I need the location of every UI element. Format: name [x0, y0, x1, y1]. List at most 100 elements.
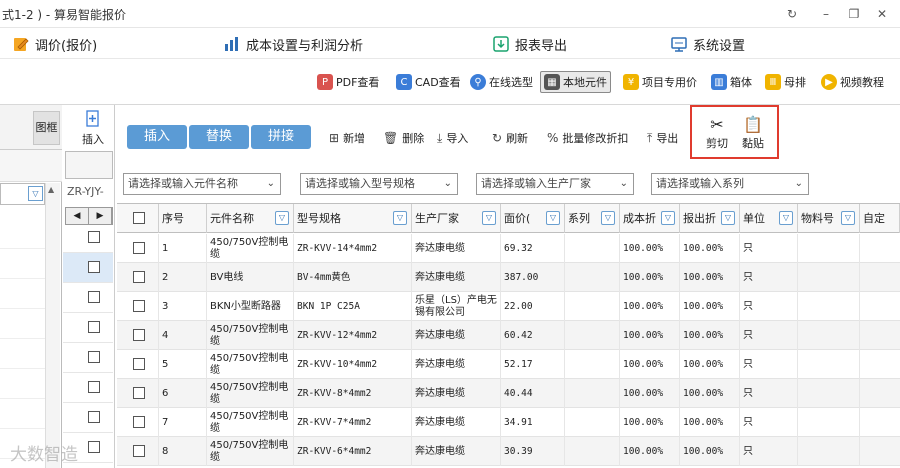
cut-button[interactable]: ✂ 剪切 [704, 115, 730, 151]
row-checkbox[interactable] [133, 416, 145, 428]
online-selection-button[interactable]: ⚲ 在线选型 [467, 71, 536, 93]
table-row[interactable]: 6 450/750V控制电缆 ZR-KVV-8*4mm2 奔达康电缆 40.44… [117, 379, 900, 408]
select-all-checkbox[interactable] [133, 212, 145, 224]
table-row[interactable]: 8 450/750V控制电缆 ZR-KVV-6*4mm2 奔达康电缆 30.39… [117, 437, 900, 466]
mid-row[interactable] [63, 313, 113, 343]
row-checkbox[interactable] [88, 441, 100, 453]
series-filter[interactable]: 请选择或输入系列 ⌄ [651, 173, 809, 195]
filter-icon[interactable]: ▽ [601, 211, 615, 225]
row-checkbox[interactable] [133, 387, 145, 399]
drawing-frame-tab[interactable]: 图框 [33, 111, 60, 145]
list-item[interactable] [0, 315, 45, 339]
col-custom[interactable]: 自定 [860, 204, 900, 233]
busbar-button[interactable]: Ⅲ 母排 [762, 71, 809, 93]
list-item[interactable] [0, 255, 45, 279]
local-component-button[interactable]: ▦ 本地元件 [540, 71, 611, 93]
list-item[interactable] [0, 345, 45, 369]
row-checkbox[interactable] [133, 242, 145, 254]
table-row[interactable]: 4 450/750V控制电缆 ZR-KVV-12*4mm2 奔达康电缆 60.4… [117, 321, 900, 350]
scroll-up-icon[interactable]: ▲ [48, 185, 54, 194]
list-item[interactable] [0, 285, 45, 309]
restore-session-icon[interactable]: ↻ [782, 4, 802, 24]
filter-icon[interactable]: ▽ [721, 211, 735, 225]
add-button[interactable]: ⊞ 新增 [329, 129, 365, 147]
row-checkbox[interactable] [88, 261, 100, 273]
insert-small-button[interactable]: 插入 [79, 110, 107, 147]
batch-discount-button[interactable]: % 批量修改折扣 [547, 129, 628, 147]
row-checkbox[interactable] [88, 381, 100, 393]
menu-adjust-price[interactable]: 调价(报价) [12, 34, 97, 54]
row-checkbox[interactable] [133, 329, 145, 341]
cabinet-button[interactable]: ▥ 箱体 [708, 71, 755, 93]
chevron-down-icon[interactable]: ⌄ [795, 174, 803, 194]
maximize-icon[interactable]: ❐ [844, 4, 864, 24]
chevron-down-icon[interactable]: ⌄ [444, 174, 452, 194]
table-row[interactable]: 5 450/750V控制电缆 ZR-KVV-10*4mm2 奔达康电缆 52.1… [117, 350, 900, 379]
replace-button[interactable]: 替换 [189, 125, 249, 149]
col-material-no[interactable]: 物料号 ▽ [798, 204, 860, 233]
chevron-down-icon[interactable]: ▽ [28, 186, 43, 201]
row-checkbox[interactable] [133, 445, 145, 457]
list-item[interactable] [0, 375, 45, 399]
filter-icon[interactable]: ▽ [779, 211, 793, 225]
filter-icon[interactable]: ▽ [275, 211, 289, 225]
row-checkbox[interactable] [88, 321, 100, 333]
maker-filter[interactable]: 请选择或输入生产厂家 ⌄ [476, 173, 634, 195]
filter-icon[interactable]: ▽ [482, 211, 496, 225]
row-checkbox[interactable] [133, 300, 145, 312]
row-checkbox[interactable] [133, 271, 145, 283]
left-panel-scrollbar[interactable]: ▲ [45, 183, 60, 468]
list-item[interactable] [0, 405, 45, 429]
mid-row[interactable] [63, 253, 113, 283]
col-series[interactable]: 系列 ▽ [565, 204, 620, 233]
filter-icon[interactable]: ▽ [661, 211, 675, 225]
menu-report-export[interactable]: 报表导出 [492, 34, 567, 54]
table-row[interactable]: 3 BKN小型断路器 BKN 1P C25A 乐星（LS）产电无锡有限公司 22… [117, 292, 900, 321]
menu-system-settings[interactable]: 系统设置 [670, 34, 745, 54]
splice-button[interactable]: 拼接 [251, 125, 311, 149]
insert-button[interactable]: 插入 [127, 125, 187, 149]
project-price-button[interactable]: ¥ 项目专用价 [620, 71, 700, 93]
menu-cost-profit[interactable]: 成本设置与利润分析 [223, 34, 363, 54]
mid-row[interactable] [63, 403, 113, 433]
mid-row[interactable] [63, 223, 113, 253]
col-maker[interactable]: 生产厂家 ▽ [412, 204, 501, 233]
close-icon[interactable]: ✕ [872, 4, 892, 24]
filter-icon[interactable]: ▽ [393, 211, 407, 225]
mid-row[interactable] [63, 283, 113, 313]
col-unit[interactable]: 单位 ▽ [740, 204, 798, 233]
video-tutorial-button[interactable]: ▶ 视频教程 [818, 71, 887, 93]
col-name[interactable]: 元件名称 ▽ [207, 204, 294, 233]
paste-button[interactable]: 📋 黏贴 [740, 115, 766, 151]
component-name-filter[interactable]: 请选择或输入元件名称 ⌄ [123, 173, 281, 195]
table-row[interactable]: 1 450/750V控制电缆 ZR-KVV-14*4mm2 奔达康电缆 69.3… [117, 234, 900, 263]
row-checkbox[interactable] [133, 358, 145, 370]
row-checkbox[interactable] [88, 231, 100, 243]
chevron-down-icon[interactable]: ⌄ [267, 174, 275, 194]
delete-button[interactable]: 🗑 删除 [383, 129, 424, 147]
filter-icon[interactable]: ▽ [841, 211, 855, 225]
nav-left-icon[interactable]: ◀ [66, 208, 89, 224]
col-cost-discount[interactable]: 成本折 ▽ [620, 204, 680, 233]
table-row[interactable]: 2 BV电线 BV-4mm黄色 奔达康电缆 387.00 100.00% 100… [117, 263, 900, 292]
list-item[interactable] [0, 225, 45, 249]
mid-row[interactable] [63, 343, 113, 373]
export-button[interactable]: ⤒ 导出 [647, 129, 678, 147]
table-row[interactable]: 7 450/750V控制电缆 ZR-KVV-7*4mm2 奔达康电缆 34.91… [117, 408, 900, 437]
chevron-down-icon[interactable]: ⌄ [620, 174, 628, 194]
col-quote-discount[interactable]: 报出折 ▽ [680, 204, 740, 233]
left-panel-filter[interactable]: ▽ [0, 183, 45, 205]
row-checkbox[interactable] [88, 411, 100, 423]
cad-view-button[interactable]: C CAD查看 [393, 71, 464, 93]
import-button[interactable]: ⤓ 导入 [437, 129, 468, 147]
mid-strip-field[interactable] [65, 151, 113, 179]
col-model[interactable]: 型号规格 ▽ [294, 204, 412, 233]
minimize-icon[interactable]: – [816, 4, 836, 24]
row-checkbox[interactable] [88, 291, 100, 303]
col-price[interactable]: 面价(▽ [501, 204, 565, 233]
pdf-view-button[interactable]: P PDF查看 [314, 71, 382, 93]
row-checkbox[interactable] [88, 351, 100, 363]
col-no[interactable]: 序号 [159, 204, 207, 233]
mid-row[interactable] [63, 373, 113, 403]
filter-icon[interactable]: ▽ [546, 211, 560, 225]
